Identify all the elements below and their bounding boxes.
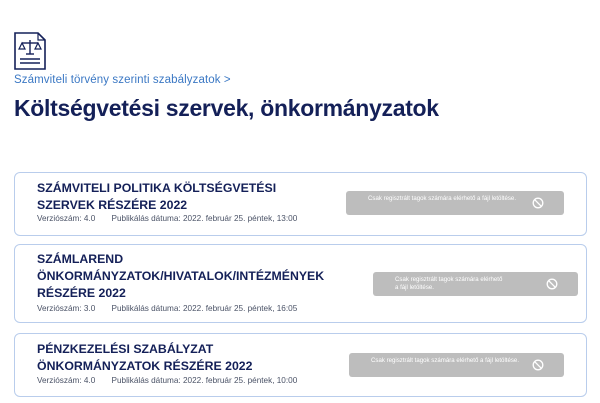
no-entry-icon: [532, 359, 544, 371]
download-button-disabled[interactable]: Csak regisztrált tagok számára elérhető …: [349, 353, 564, 377]
breadcrumb-link[interactable]: Számviteli törvény szerinti szabályzatok…: [14, 74, 231, 86]
download-button-disabled[interactable]: Csak regisztrált tagok számára elérhető …: [373, 272, 578, 296]
document-version: Verziószám: 4.0: [37, 376, 96, 385]
document-meta: Verziószám: 4.0 Publikálás dátuma: 2022.…: [37, 214, 297, 223]
document-title: SZÁMLAREND ÖNKORMÁNYZATOK/HIVATALOK/INTÉ…: [37, 252, 325, 300]
document-scale-icon: [14, 32, 46, 70]
download-restriction-text: Csak regisztrált tagok számára elérhető …: [368, 195, 517, 202]
document-published-date: Publikálás dátuma: 2022. február 25. pén…: [111, 214, 298, 223]
document-version: Verziószám: 3.0: [37, 304, 96, 313]
document-published-date: Publikálás dátuma: 2022. február 25. pén…: [111, 304, 298, 313]
document-version: Verziószám: 4.0: [37, 214, 96, 223]
document-card: SZÁMVITELI POLITIKA KÖLTSÉGVETÉSI SZERVE…: [14, 172, 587, 236]
download-restriction-text: Csak regisztrált tagok számára elérhető …: [371, 357, 520, 364]
no-entry-icon: [546, 278, 558, 290]
document-title: PÉNZKEZELÉSI SZABÁLYZAT ÖNKORMÁNYZATOK R…: [37, 342, 253, 373]
document-meta: Verziószám: 3.0 Publikálás dátuma: 2022.…: [37, 304, 297, 313]
no-entry-icon: [532, 197, 544, 209]
document-card: PÉNZKEZELÉSI SZABÁLYZAT ÖNKORMÁNYZATOK R…: [14, 333, 587, 397]
download-button-disabled[interactable]: Csak regisztrált tagok számára elérhető …: [346, 191, 564, 215]
page-title: Költségvetési szervek, önkormányzatok: [14, 95, 439, 121]
download-restriction-text: Csak regisztrált tagok számára elérhető …: [395, 276, 503, 291]
document-title: SZÁMVITELI POLITIKA KÖLTSÉGVETÉSI SZERVE…: [37, 181, 277, 212]
document-published-date: Publikálás dátuma: 2022. február 25. pén…: [111, 376, 298, 385]
document-meta: Verziószám: 4.0 Publikálás dátuma: 2022.…: [37, 376, 297, 385]
document-card: SZÁMLAREND ÖNKORMÁNYZATOK/HIVATALOK/INTÉ…: [14, 244, 587, 323]
